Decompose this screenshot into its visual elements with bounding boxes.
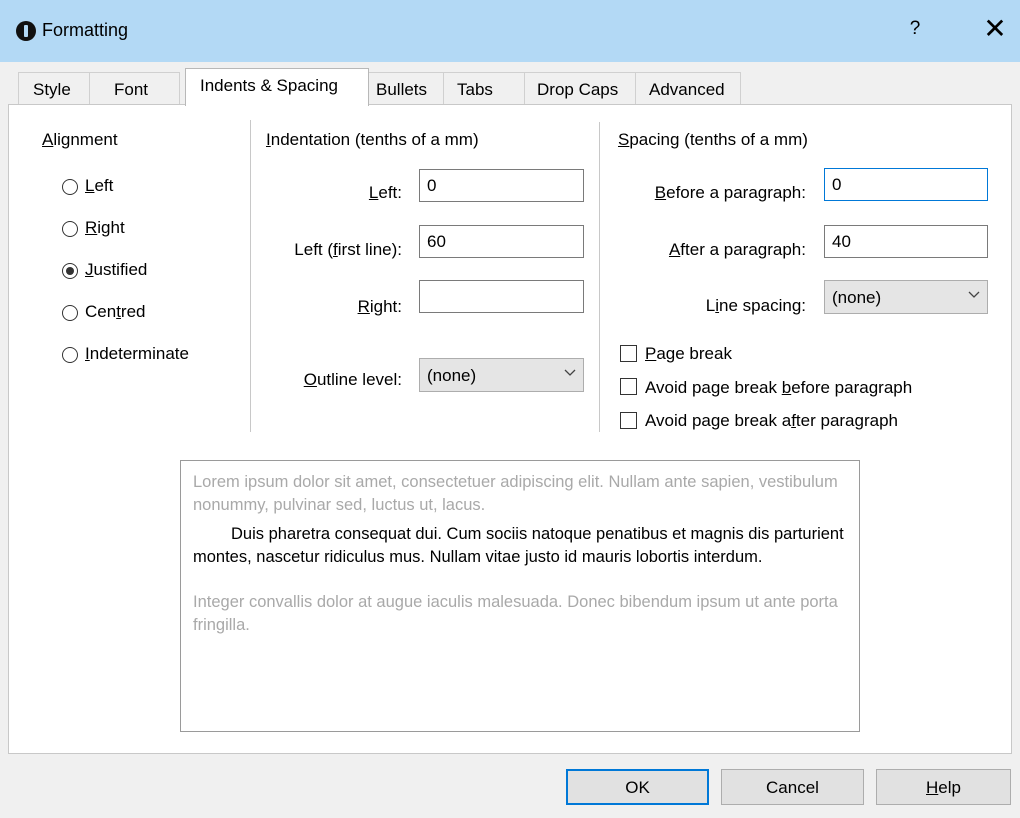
group-divider	[599, 122, 600, 432]
outline-level-select[interactable]: (none)	[419, 358, 584, 392]
tab-font[interactable]: Font	[89, 72, 180, 105]
preview-before-paragraph: Lorem ipsum dolor sit amet, consectetuer…	[193, 473, 838, 514]
avoid-break-before-checkbox[interactable]	[620, 378, 637, 395]
spacing-after-input-text[interactable]	[832, 232, 987, 252]
radio-right[interactable]	[62, 221, 78, 237]
indent-left-input[interactable]	[419, 169, 584, 202]
indent-first-line-input-text[interactable]	[427, 232, 583, 252]
close-icon[interactable]: ✕	[982, 12, 1008, 45]
chevron-down-icon	[564, 369, 576, 376]
indent-right-input-text[interactable]	[427, 287, 583, 307]
indent-first-line-label: Left (first line):	[294, 240, 402, 259]
help-button[interactable]: Help	[876, 769, 1011, 805]
tab-bullets[interactable]: Bullets	[368, 72, 444, 105]
tab-indents-spacing[interactable]: Indents & Spacing	[185, 68, 369, 106]
page-break-checkbox[interactable]	[620, 345, 637, 362]
indent-left-label: Left:	[368, 183, 402, 202]
alignment-heading: Alignment	[42, 130, 118, 149]
line-spacing-label: Line spacing:	[705, 296, 806, 315]
radio-justified[interactable]	[62, 263, 78, 279]
avoid-break-after-checkbox[interactable]	[620, 412, 637, 429]
tab-label: Tabs	[457, 80, 493, 99]
title-bar	[0, 0, 1020, 62]
tab-label: Drop Caps	[537, 80, 619, 99]
chevron-down-icon	[968, 291, 980, 298]
ok-button[interactable]: OK	[566, 769, 709, 805]
spacing-after-label: After a paragraph:	[668, 240, 806, 259]
tab-label: Font	[114, 80, 149, 99]
preview-after-paragraph: Integer convallis dolor at augue iaculis…	[193, 593, 838, 634]
tab-tabs[interactable]: Tabs	[443, 72, 525, 105]
tab-advanced[interactable]: Advanced	[635, 72, 741, 105]
indentation-heading: Indentation (tenths of a mm)	[266, 130, 479, 149]
radio-centred[interactable]	[62, 305, 78, 321]
spacing-after-input[interactable]	[824, 225, 988, 258]
preview-current-paragraph: Duis pharetra consequat dui. Cum sociis …	[193, 525, 844, 566]
radio-justified-label[interactable]: Justified	[85, 260, 147, 280]
group-divider	[250, 120, 251, 432]
line-spacing-select[interactable]: (none)	[824, 280, 988, 314]
radio-indeterminate-label[interactable]: Indeterminate	[85, 344, 189, 364]
indent-right-input[interactable]	[419, 280, 584, 313]
radio-left[interactable]	[62, 179, 78, 195]
spacing-heading: Spacing (tenths of a mm)	[618, 130, 808, 149]
avoid-break-after-label[interactable]: Avoid page break after paragraph	[645, 411, 898, 431]
avoid-break-before-label[interactable]: Avoid page break before paragraph	[645, 378, 912, 398]
spacing-before-input-text[interactable]	[832, 175, 987, 195]
window-title: Formatting	[42, 20, 129, 40]
radio-centred-label[interactable]: Centred	[85, 302, 146, 322]
tab-style[interactable]: Style	[18, 72, 90, 105]
radio-indeterminate[interactable]	[62, 347, 78, 363]
outline-level-value: (none)	[427, 366, 477, 385]
radio-left-label[interactable]: Left	[85, 176, 113, 196]
tab-label: Advanced	[649, 80, 725, 99]
page-break-label[interactable]: Page break	[645, 344, 732, 364]
tab-label: Style	[33, 80, 71, 99]
tab-label: Bullets	[376, 80, 428, 99]
radio-right-label[interactable]: Right	[85, 218, 125, 238]
tab-drop-caps[interactable]: Drop Caps	[524, 72, 636, 105]
tab-label: Indents & Spacing	[200, 76, 338, 95]
outline-level-label: Outline level:	[303, 370, 402, 389]
line-spacing-value: (none)	[832, 288, 882, 307]
indent-right-label: Right:	[357, 297, 402, 316]
indent-left-input-text[interactable]	[427, 176, 583, 196]
indent-first-line-input[interactable]	[419, 225, 584, 258]
cancel-button[interactable]: Cancel	[721, 769, 864, 805]
paragraph-preview: Lorem ipsum dolor sit amet, consectetuer…	[180, 460, 860, 732]
app-logo-icon	[16, 21, 36, 41]
spacing-before-label: Before a paragraph:	[654, 183, 806, 202]
spacing-before-input[interactable]	[824, 168, 988, 201]
help-icon[interactable]: ?	[905, 18, 925, 40]
